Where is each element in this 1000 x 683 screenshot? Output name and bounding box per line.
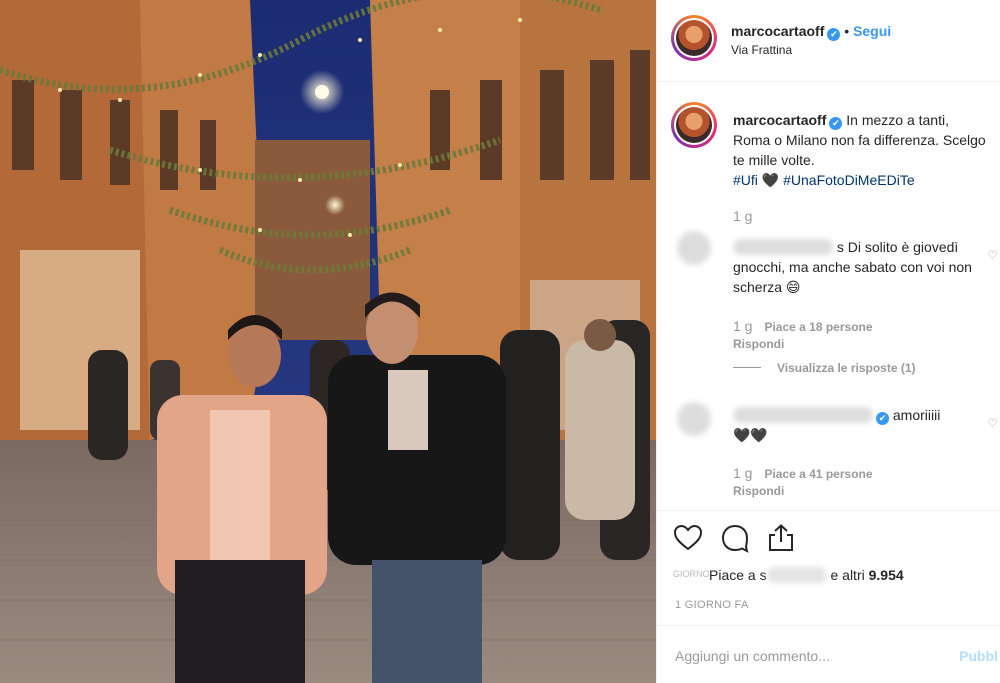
likes-suffix: e altri: [830, 567, 865, 583]
author-line: marcocartaoff ✔ • Segui: [731, 23, 891, 41]
comment-1: s Di solito è giovedì gnocchi, ma anche …: [733, 237, 983, 297]
likes-summary[interactable]: Piace a s e altri 9.954: [709, 567, 904, 583]
caption-hashtags[interactable]: #Ufi 🖤 #UnaFotoDiMeEDiTe: [733, 172, 915, 188]
comment-like-heart-icon[interactable]: ♡: [987, 416, 998, 430]
post-timestamp: 1 GIORNO FA: [675, 599, 749, 611]
comment-input[interactable]: Aggiungi un commento...: [675, 648, 830, 664]
verified-badge-icon: ✔: [829, 117, 843, 130]
comment-1-reply-button[interactable]: Rispondi: [733, 337, 784, 351]
likes-blur-gap: s: [759, 567, 767, 583]
share-icon[interactable]: [766, 523, 796, 553]
street-scene-illustration: [0, 0, 656, 683]
add-comment-bar: Aggiungi un commento... Pubbl: [657, 625, 1000, 681]
publish-button[interactable]: Pubbl: [959, 648, 998, 664]
heart-icon[interactable]: [673, 523, 703, 553]
post-header: marcocartaoff ✔ • Segui Via Frattina: [657, 0, 1000, 82]
post-photo[interactable]: [0, 0, 656, 683]
caption-author-avatar[interactable]: [671, 102, 717, 148]
comment-like-heart-icon[interactable]: ♡: [987, 248, 998, 262]
view-replies-button[interactable]: Visualizza le risposte (1): [733, 361, 916, 375]
comment-1-time: 1 g: [733, 318, 753, 334]
comment-2-hearts: 🖤🖤: [733, 427, 768, 443]
comment-bubble-icon[interactable]: [720, 523, 750, 553]
comment-2-likes[interactable]: Piace a 41 persone: [764, 467, 872, 481]
view-replies-label[interactable]: Visualizza le risposte (1): [777, 361, 916, 375]
post-actions: GIORNO Piace a s e altri 9.954 1 GIORNO …: [657, 510, 1000, 680]
follow-button[interactable]: Segui: [853, 23, 891, 39]
commenter-avatar[interactable]: [677, 402, 711, 436]
author-username[interactable]: marcocartaoff: [731, 23, 824, 39]
verified-badge-icon: ✔: [827, 28, 841, 41]
caption-username[interactable]: marcocartaoff: [733, 112, 826, 128]
caption-text-block: marcocartaoff ✔ In mezzo a tanti, Roma o …: [733, 110, 988, 190]
post-side-panel: marcocartaoff ✔ • Segui Via Frattina marc…: [656, 0, 1000, 683]
comment-1-meta: 1 g Piace a 18 persone: [733, 318, 873, 334]
comment-2-time: 1 g: [733, 465, 753, 481]
commenter-username-blurred[interactable]: [733, 407, 873, 423]
separator-dot: •: [844, 23, 850, 39]
comment-2-text: amoriiiii: [892, 407, 941, 423]
verified-badge-icon: ✔: [876, 412, 889, 425]
comment-1-likes[interactable]: Piace a 18 persone: [764, 320, 872, 334]
author-avatar[interactable]: [671, 15, 717, 61]
likes-blurred-user[interactable]: [766, 567, 827, 583]
likes-prefix: Piace a: [709, 567, 756, 583]
comment-2-meta: 1 g Piace a 41 persone: [733, 465, 873, 481]
location-link[interactable]: Via Frattina: [731, 43, 792, 57]
commenter-avatar[interactable]: [677, 231, 711, 265]
comment-2: ✔ amoriiiii 🖤🖤: [733, 405, 983, 445]
view-replies-dash: [733, 367, 761, 368]
comment-2-reply-button[interactable]: Rispondi: [733, 484, 784, 498]
commenter-username-blurred[interactable]: [733, 239, 833, 255]
likes-count[interactable]: 9.954: [869, 567, 904, 583]
truncated-label: GIORNO: [673, 569, 710, 579]
caption-time: 1 g: [733, 208, 753, 224]
